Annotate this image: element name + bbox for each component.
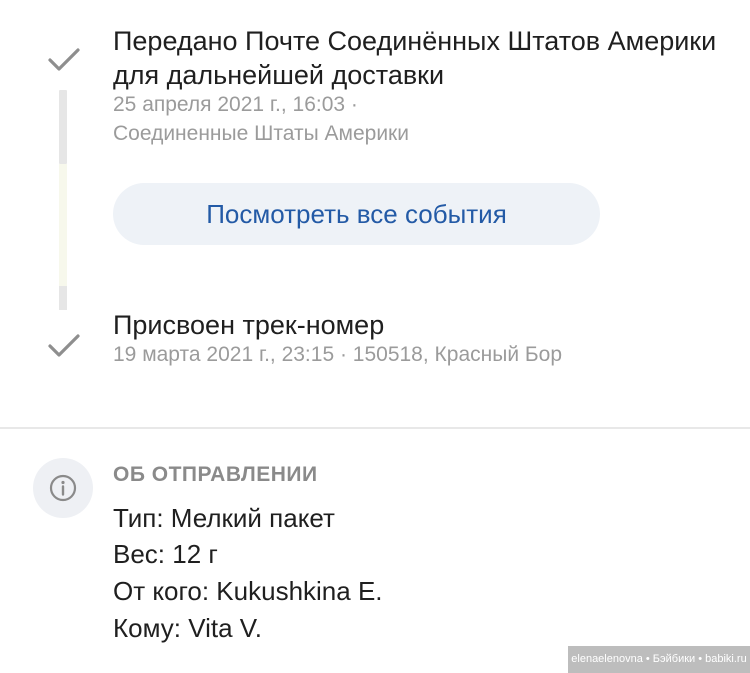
timeline-connector xyxy=(59,164,67,286)
info-type: Тип: Мелкий пакет xyxy=(113,503,335,533)
event-meta: 19 марта 2021 г., 23:15 · 150518, Красны… xyxy=(113,343,563,366)
timeline-connector xyxy=(59,286,67,310)
section-divider xyxy=(0,427,750,429)
event-title: Присвоен трек-номер xyxy=(113,310,385,340)
event-date: 25 апреля 2021 г., 16:03 · xyxy=(113,93,358,116)
view-all-events-button[interactable]: Посмотреть все события xyxy=(113,183,600,245)
section-header: ОБ ОТПРАВЛЕНИИ xyxy=(113,463,318,486)
event-location: Соединенные Штаты Америки xyxy=(113,122,409,145)
info-icon xyxy=(33,458,93,518)
timeline-connector xyxy=(59,90,67,164)
check-icon xyxy=(48,48,80,71)
info-weight: Вес: 12 г xyxy=(113,539,218,569)
info-sender: От кого: Kukushkina E. xyxy=(113,576,383,606)
info-recipient: Кому: Vita V. xyxy=(113,613,262,643)
watermark: elenaelenovna • Бэйбики • babiki.ru xyxy=(568,646,750,673)
check-icon xyxy=(48,334,80,357)
event-title: Передано Почте Соединённых Штатов Америк… xyxy=(113,26,717,90)
